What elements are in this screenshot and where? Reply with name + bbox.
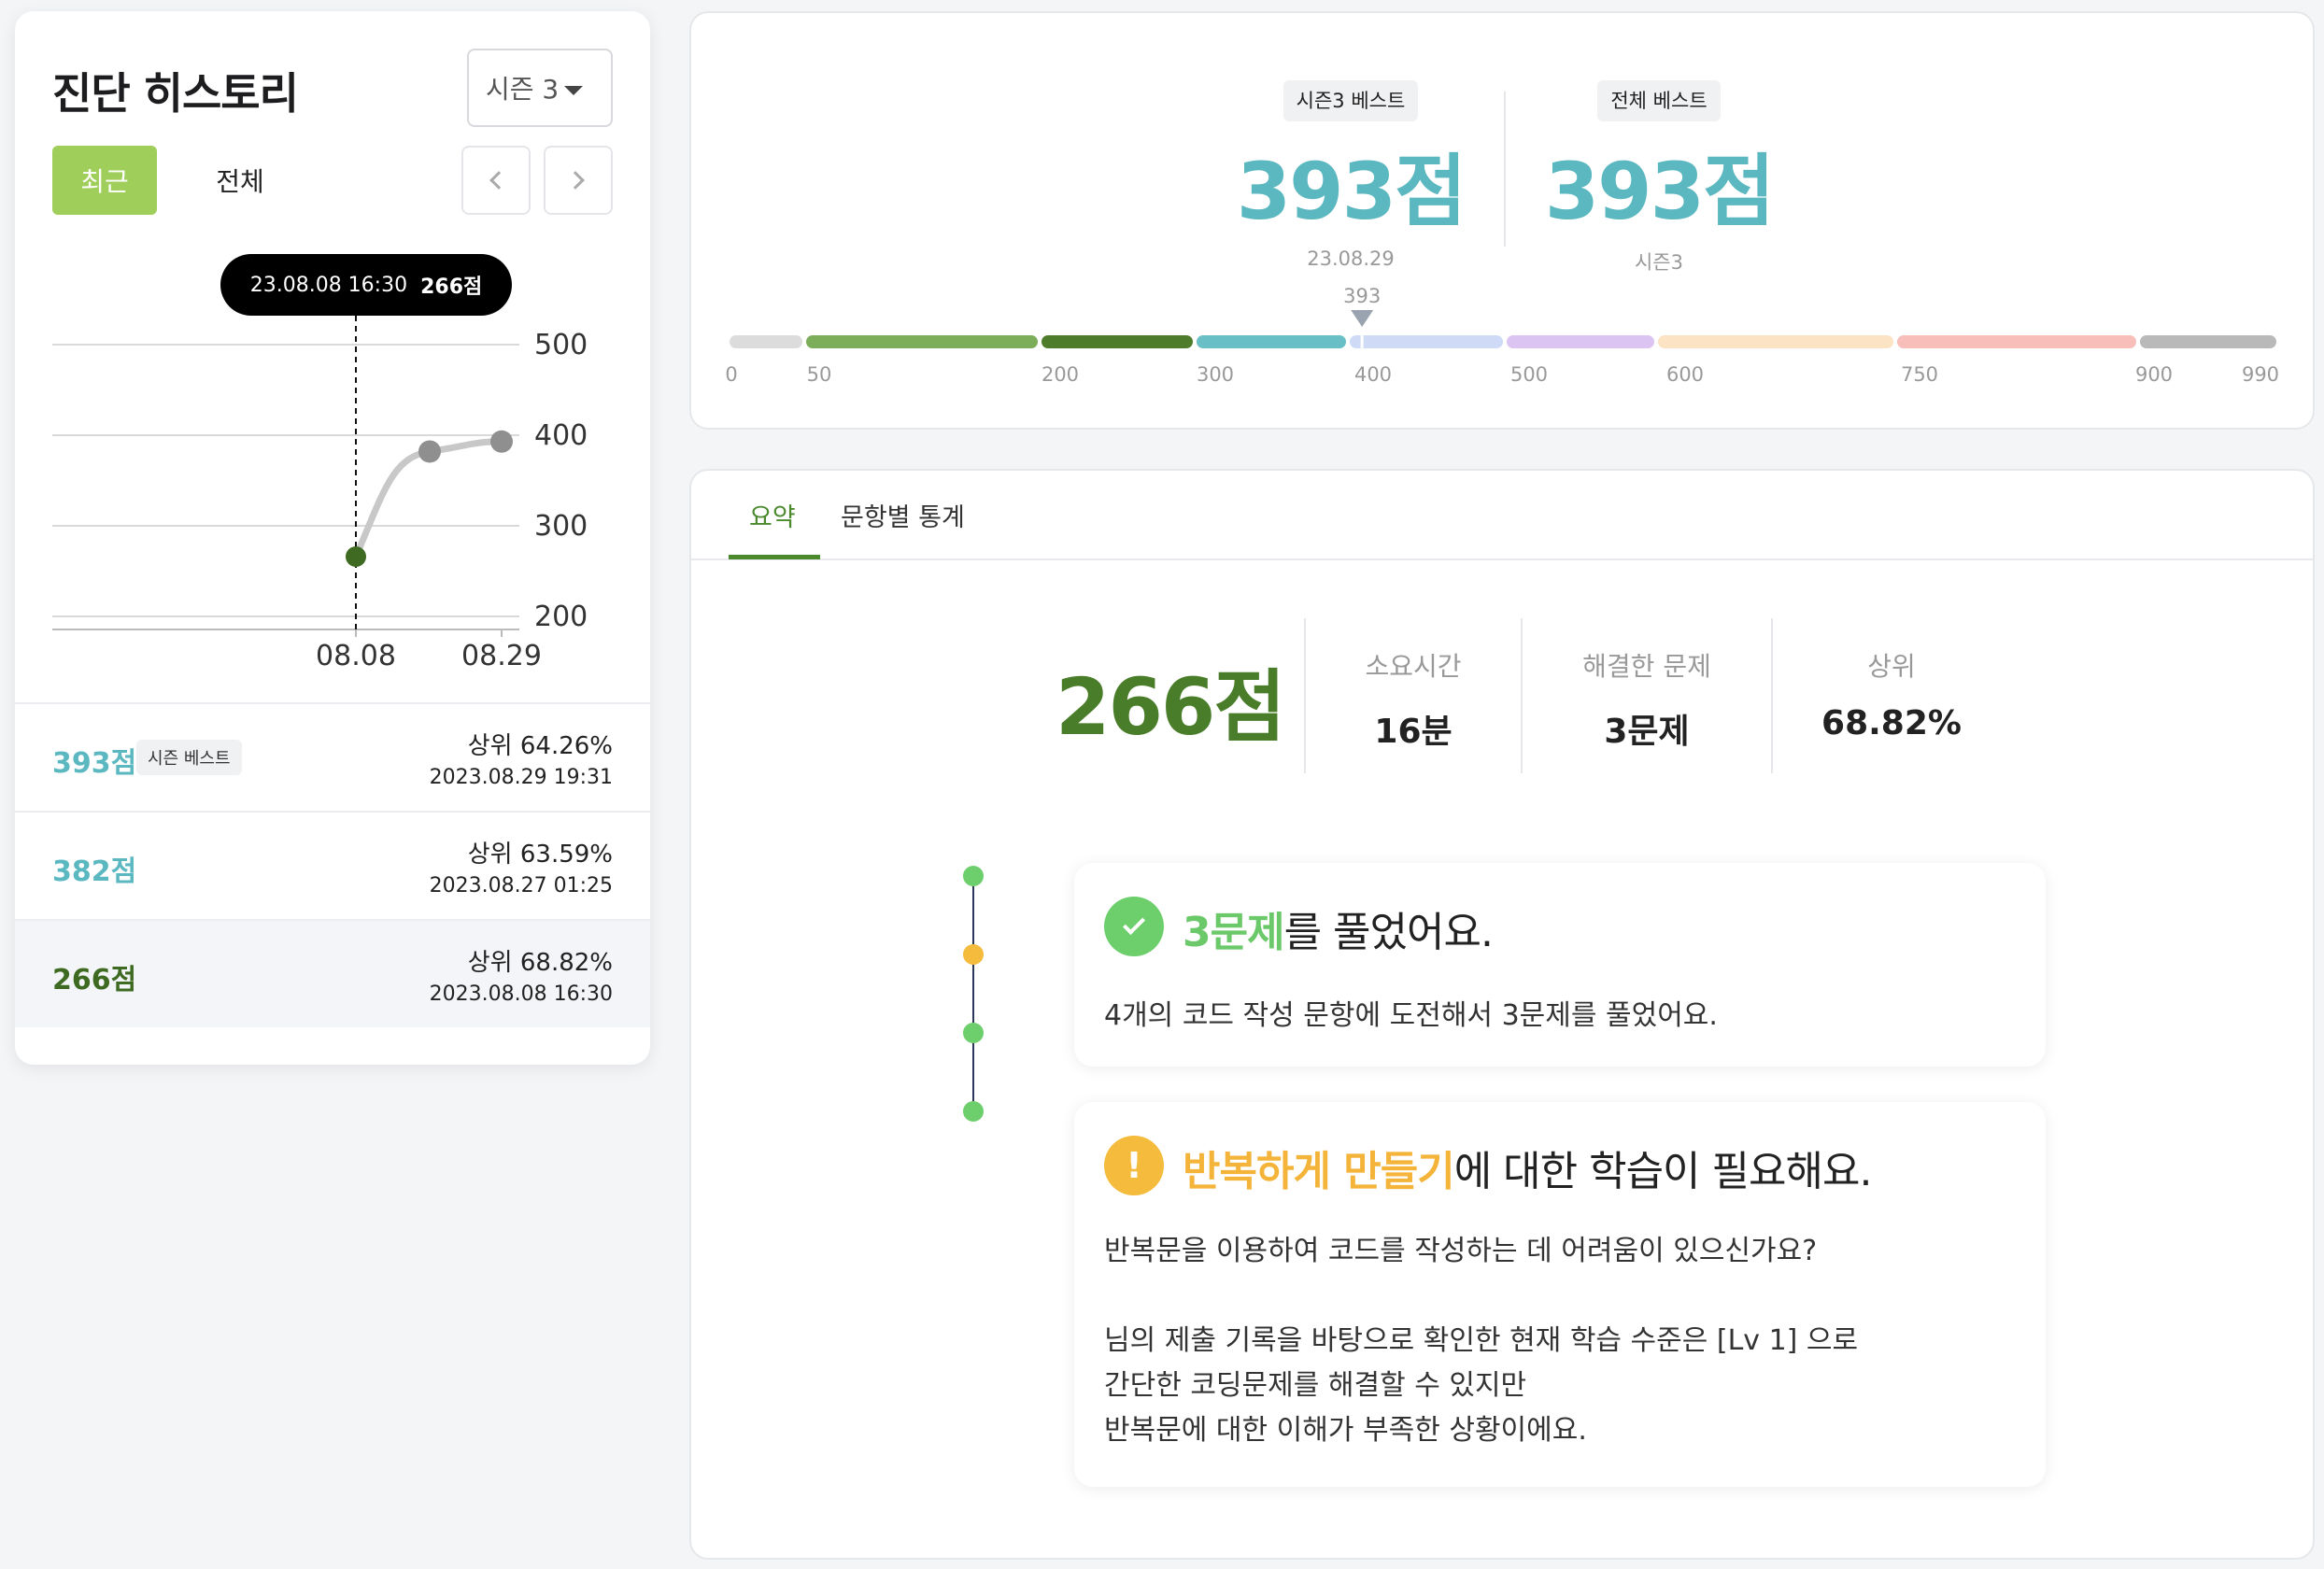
y-tick-label: 400 [534, 419, 588, 452]
history-row[interactable]: 393점 시즌 베스트 상위 64.26% 2023.08.29 19:31 [15, 702, 650, 811]
timeline-dot [963, 866, 984, 886]
stat-label: 상위 [1867, 651, 1916, 682]
chevron-right-icon [566, 171, 585, 190]
score-level-scale: 0 50 200 300 400 500 600 750 900 990 393 [725, 285, 2279, 386]
scale-tick-label: 500 [1510, 363, 1548, 386]
history-list: 393점 시즌 베스트 상위 64.26% 2023.08.29 19:31 3… [15, 702, 650, 1027]
scale-tick-label: 0 [725, 363, 737, 386]
warning-icon: ! [1104, 1136, 1164, 1195]
next-button[interactable] [544, 146, 613, 215]
solved-card-title: 3문제를 풀었어요. [1183, 898, 1494, 958]
stat-time: 소요시간 16분 [1304, 618, 1521, 773]
title-highlight: 반복하게 만들기 [1183, 1148, 1455, 1195]
best-score-panel: 시즌3 베스트 393점 23.08.29 전체 베스트 393점 시즌3 05… [689, 11, 2315, 430]
history-rank: 상위 64.26% [467, 732, 613, 760]
body-line: 간단한 코딩문제를 해결할 수 있지만 [1104, 1369, 1527, 1402]
history-score: 382점 [52, 855, 137, 888]
timeline-dot [963, 1023, 984, 1043]
filter-recent-button[interactable]: 최근 [52, 146, 157, 215]
study-card-body: 반복문을 이용하여 코드를 작성하는 데 어려움이 있으신가요? 님의 제출 기… [1104, 1229, 1858, 1453]
stat-label: 해결한 문제 [1582, 651, 1711, 682]
history-date: 2023.08.08 16:30 [429, 982, 613, 1006]
data-point-highlighted [346, 545, 366, 567]
stat-label: 소요시간 [1365, 651, 1462, 682]
x-tick-label: 08.29 [461, 640, 542, 672]
season-select[interactable]: 시즌 3 [467, 49, 613, 127]
y-tick-label: 500 [534, 329, 588, 361]
data-point [490, 430, 513, 453]
prev-button[interactable] [461, 146, 531, 215]
scale-tick-label: 900 [2135, 363, 2173, 386]
title-highlight: 3문제 [1183, 909, 1285, 956]
data-point [418, 440, 441, 463]
solved-card: 3문제를 풀었어요. 4개의 코드 작성 문항에 도전해서 3문제를 풀었어요. [1074, 863, 2046, 1067]
title-rest: 를 풀었어요. [1283, 909, 1494, 956]
chart-tooltip: 23.08.08 16:30 266점 [220, 254, 512, 316]
season-select-value: 시즌 3 [486, 74, 560, 105]
stat-value: 68.82% [1821, 704, 1962, 742]
history-date: 2023.08.29 19:31 [429, 766, 613, 789]
marker-triangle-icon [1351, 310, 1374, 327]
history-score: 266점 [52, 964, 137, 997]
scale-tick-label: 200 [1042, 363, 1079, 386]
stat-value: 3문제 [1604, 713, 1690, 751]
check-circle-icon [1104, 897, 1164, 956]
scale-tick-label: 300 [1197, 363, 1234, 386]
history-score: 393점 [52, 747, 137, 780]
timeline-dot [963, 1101, 984, 1122]
scale-tick-label: 600 [1666, 363, 1704, 386]
body-line: 반복문을 이용하여 코드를 작성하는 데 어려움이 있으신가요? [1104, 1235, 1818, 1267]
history-title: 진단 히스토리 [52, 68, 299, 119]
title-rest: 에 대한 학습이 필요해요. [1453, 1148, 1873, 1195]
scale-tick-label: 400 [1354, 363, 1392, 386]
history-row-selected[interactable]: 266점 상위 68.82% 2023.08.08 16:30 [15, 919, 650, 1027]
tooltip-datetime: 23.08.08 16:30 [249, 273, 408, 297]
summary-score: 266점 [1056, 661, 1286, 753]
study-card-title: 반복하게 만들기에 대한 학습이 필요해요. [1183, 1138, 1873, 1197]
x-tick-label: 08.08 [316, 640, 396, 672]
detail-panel: 요약 문항별 통계 266점 소요시간 16분 해결한 문제 3문제 상위 68… [689, 469, 2315, 1560]
season-best-badge: 시즌 베스트 [136, 740, 242, 775]
scale-tick-label: 990 [2242, 363, 2279, 386]
caret-down-icon [564, 86, 583, 95]
stat-solved: 해결한 문제 3문제 [1521, 618, 1771, 773]
scale-marker-label: 393 [1343, 285, 1381, 307]
history-rank: 상위 63.59% [467, 841, 613, 869]
timeline-dot [963, 944, 984, 965]
scale-tick-label: 750 [1901, 363, 1938, 386]
y-tick-label: 300 [534, 510, 588, 543]
filter-all-button[interactable]: 전체 [189, 146, 291, 215]
body-line: 반복문에 대한 이해가 부족한 상황이에요. [1104, 1414, 1587, 1447]
study-needed-card: ! 반복하게 만들기에 대한 학습이 필요해요. 반복문을 이용하여 코드를 작… [1074, 1102, 2046, 1487]
history-panel: 진단 히스토리 시즌 3 최근 전체 500 400 300 200 08.08 08.2… [15, 11, 650, 1065]
body-line: 님의 제출 기록을 바탕으로 확인한 현재 학습 수준은 [Lv 1] 으로 [1104, 1324, 1859, 1357]
y-tick-label: 200 [534, 601, 588, 633]
scale-tick-label: 50 [807, 363, 832, 386]
chevron-left-icon [489, 171, 508, 190]
history-row[interactable]: 382점 상위 63.59% 2023.08.27 01:25 [15, 811, 650, 919]
stat-rank: 상위 68.82% [1771, 618, 2010, 773]
history-date: 2023.08.27 01:25 [429, 874, 613, 898]
history-rank: 상위 68.82% [467, 949, 613, 977]
score-history-chart: 500 400 300 200 08.08 08.29 [52, 316, 588, 672]
solved-card-body: 4개의 코드 작성 문항에 도전해서 3문제를 풀었어요. [1104, 999, 1718, 1032]
tooltip-score: 266점 [420, 276, 483, 299]
timeline [963, 866, 984, 1122]
stat-value: 16분 [1374, 713, 1452, 751]
